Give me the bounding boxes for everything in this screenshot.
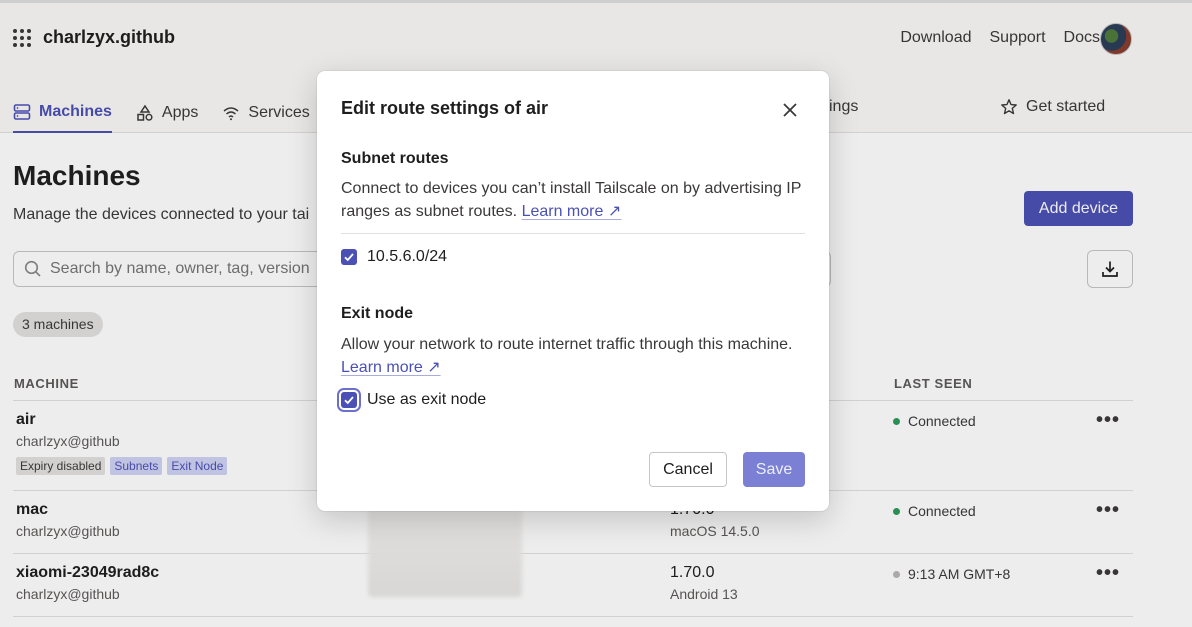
subnet-route-checkbox[interactable] [341,249,357,265]
close-icon[interactable] [781,101,799,119]
cancel-button[interactable]: Cancel [649,452,727,487]
exit-node-heading: Exit node [341,305,414,322]
section-divider [341,233,805,234]
exit-learn-more-link[interactable]: Learn more ↗ [341,359,441,376]
edit-route-settings-dialog: Edit route settings of air Subnet routes… [317,71,829,511]
exit-node-description: Allow your network to route internet tra… [341,333,806,379]
subnet-learn-more-link[interactable]: Learn more ↗ [522,203,622,220]
exit-node-label: Use as exit node [367,391,487,408]
subnet-routes-description: Connect to devices you can’t install Tai… [341,177,806,223]
dialog-title: Edit route settings of air [341,98,549,118]
subnet-route-label: 10.5.6.0/24 [367,248,448,265]
page: charlzyx.github Download Support Docs Ma… [0,0,1192,627]
exit-description-text: Allow your network to route internet tra… [341,336,793,353]
check-icon [344,396,354,405]
exit-node-option[interactable]: Use as exit node [341,391,486,409]
exit-node-checkbox[interactable] [341,392,357,408]
save-button[interactable]: Save [743,452,805,487]
subnet-route-option[interactable]: 10.5.6.0/24 [341,248,447,266]
subnet-routes-heading: Subnet routes [341,150,449,167]
check-icon [344,253,354,262]
